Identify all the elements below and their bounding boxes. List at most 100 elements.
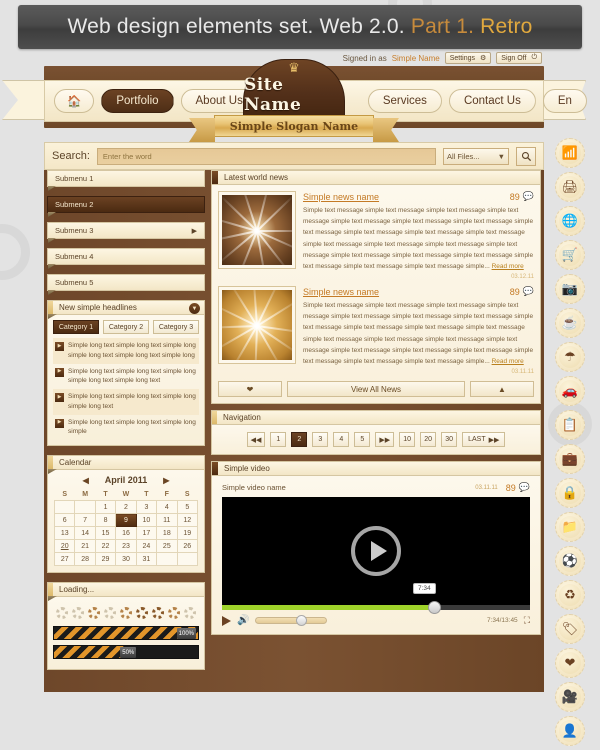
rail-button-cart[interactable]: 🛒 xyxy=(555,240,585,270)
pager-page-4[interactable]: 4 xyxy=(333,432,350,448)
speaker-icon[interactable]: 🔊 xyxy=(237,615,249,626)
search-button[interactable] xyxy=(516,146,536,166)
favorite-button[interactable]: ❤ xyxy=(218,381,282,398)
calendar-day[interactable]: 13 xyxy=(53,526,76,540)
play-circle-icon[interactable] xyxy=(351,526,401,577)
rail-button-globe[interactable]: 🌐 xyxy=(555,206,585,236)
sidebar-item-submenu-4[interactable]: Submenu 4 xyxy=(47,248,205,269)
rail-button-camera[interactable]: 📷 xyxy=(555,274,585,304)
pager-jump-30[interactable]: 30 xyxy=(441,432,458,448)
rail-button-coffee[interactable]: ☕ xyxy=(555,308,585,338)
calendar-day[interactable] xyxy=(74,500,96,514)
news-comment-count[interactable]: 89 💬 xyxy=(510,191,534,202)
list-item[interactable]: ▶ Simple long text simple long text simp… xyxy=(53,364,199,390)
calendar-day[interactable]: 1 xyxy=(94,500,117,514)
rail-button-favorite[interactable]: ❤ xyxy=(555,648,585,678)
account-user-name[interactable]: Simple Name xyxy=(392,54,440,63)
rail-button-briefcase[interactable]: 💼 xyxy=(555,444,585,474)
calendar-day[interactable] xyxy=(176,552,199,566)
settings-button[interactable]: Settings ⚙ xyxy=(444,52,492,64)
calendar-day[interactable]: 21 xyxy=(74,539,96,553)
volume-slider[interactable] xyxy=(255,615,328,627)
sidebar-item-submenu-2[interactable]: Submenu 2 xyxy=(47,196,205,217)
calendar-day[interactable]: 8 xyxy=(94,513,117,527)
pager-jump-10[interactable]: 10 xyxy=(399,432,416,448)
news-title-link[interactable]: Simple news name xyxy=(303,287,379,297)
calendar-day[interactable]: 20 xyxy=(53,539,76,553)
news-comment-count[interactable]: 89 💬 xyxy=(510,286,534,297)
tab-category-2[interactable]: Category 2 xyxy=(103,320,149,334)
calendar-day[interactable]: 11 xyxy=(156,513,178,527)
calendar-day[interactable]: 6 xyxy=(53,513,76,527)
tab-category-1[interactable]: Category 1 xyxy=(53,320,99,334)
calendar-day[interactable]: 29 xyxy=(94,552,117,566)
calendar-day-selected[interactable]: 9 xyxy=(115,513,137,527)
calendar-day[interactable]: 23 xyxy=(115,539,137,553)
search-input[interactable]: Enter the word xyxy=(96,147,436,165)
read-more-link[interactable]: Read more xyxy=(492,263,524,270)
site-logo[interactable]: ♛ Site Name xyxy=(243,59,345,121)
rail-button-tag[interactable]: 🏷 xyxy=(555,614,585,644)
calendar-day[interactable]: 27 xyxy=(53,552,76,566)
calendar-day[interactable]: 22 xyxy=(94,539,117,553)
calendar-day[interactable]: 18 xyxy=(156,526,178,540)
list-item[interactable]: ▶ Simple long text simple long text simp… xyxy=(53,338,199,364)
pager-page-2[interactable]: 2 xyxy=(291,432,308,448)
rail-button-rss[interactable]: 📶 xyxy=(555,138,585,168)
calendar-day[interactable]: 26 xyxy=(176,539,199,553)
search-filter-select[interactable]: All Files... ▼ xyxy=(443,147,509,165)
calendar-day[interactable]: 25 xyxy=(156,539,178,553)
video-seek-bar[interactable]: 7:34 xyxy=(222,583,530,615)
video-comment-count[interactable]: 89 💬 xyxy=(506,482,530,493)
sidebar-item-submenu-3[interactable]: Submenu 3 ▶ xyxy=(47,222,205,243)
calendar-day[interactable]: 10 xyxy=(135,513,158,527)
rail-button-folder[interactable]: 📁 xyxy=(555,512,585,542)
play-icon[interactable] xyxy=(222,615,231,626)
nav-item-language[interactable]: En xyxy=(543,89,587,113)
video-screen[interactable] xyxy=(222,497,530,606)
tab-category-3[interactable]: Category 3 xyxy=(153,320,199,334)
view-all-news-button[interactable]: View All News xyxy=(287,381,465,398)
sidebar-item-submenu-1[interactable]: Submenu 1 xyxy=(47,170,205,191)
calendar-day[interactable]: 14 xyxy=(74,526,96,540)
calendar-day[interactable]: 17 xyxy=(135,526,158,540)
rail-button-print[interactable]: 🖨 xyxy=(555,172,585,202)
sidebar-item-submenu-5[interactable]: Submenu 5 xyxy=(47,274,205,295)
chevron-down-circle-icon[interactable]: ▼ xyxy=(189,303,200,314)
pager-next-button[interactable]: ▶▶ xyxy=(375,432,395,448)
list-item[interactable]: ▶ Simple long text simple long text simp… xyxy=(53,389,199,415)
pager-page-3[interactable]: 3 xyxy=(312,432,329,448)
calendar-day[interactable]: 3 xyxy=(135,500,158,514)
collapse-news-button[interactable]: ▲ xyxy=(470,381,534,398)
rail-button-recycle[interactable]: ♻ xyxy=(555,580,585,610)
news-thumbnail[interactable] xyxy=(218,191,296,269)
calendar-day[interactable]: 5 xyxy=(176,500,199,514)
rail-button-soccer[interactable]: ⚽ xyxy=(555,546,585,576)
calendar-day[interactable]: 31 xyxy=(135,552,158,566)
calendar-day[interactable]: 28 xyxy=(74,552,96,566)
nav-item-contact-us[interactable]: Contact Us xyxy=(449,89,536,113)
calendar-day[interactable] xyxy=(53,500,76,514)
calendar-day[interactable]: 7 xyxy=(74,513,96,527)
rail-button-car[interactable]: 🚗 xyxy=(555,376,585,406)
triangle-right-icon[interactable]: ▶ xyxy=(163,476,169,485)
nav-item-services[interactable]: Services xyxy=(368,89,442,113)
news-title-link[interactable]: Simple news name xyxy=(303,192,379,202)
rail-button-video[interactable]: 🎥 xyxy=(555,682,585,712)
calendar-day[interactable]: 30 xyxy=(115,552,137,566)
sign-off-button[interactable]: Sign Off ⏻ xyxy=(496,52,542,64)
calendar-day[interactable]: 24 xyxy=(135,539,158,553)
calendar-day[interactable]: 2 xyxy=(115,500,137,514)
list-item[interactable]: ▶ Simple long text simple long text simp… xyxy=(53,415,199,441)
news-thumbnail[interactable] xyxy=(218,286,296,365)
nav-item-portfolio[interactable]: Portfolio xyxy=(101,89,173,113)
calendar-day[interactable]: 4 xyxy=(156,500,178,514)
pager-first-button[interactable]: ◀◀ xyxy=(246,432,266,448)
read-more-link[interactable]: Read more xyxy=(492,358,524,365)
calendar-day[interactable]: 16 xyxy=(115,526,137,540)
calendar-day[interactable] xyxy=(156,552,178,566)
pager-last-button[interactable]: LAST ▶▶ xyxy=(462,432,506,448)
rail-button-lock[interactable]: 🔒 xyxy=(555,478,585,508)
rail-button-clipboard[interactable]: 📋 xyxy=(555,410,585,440)
pager-page-5[interactable]: 5 xyxy=(354,432,371,448)
